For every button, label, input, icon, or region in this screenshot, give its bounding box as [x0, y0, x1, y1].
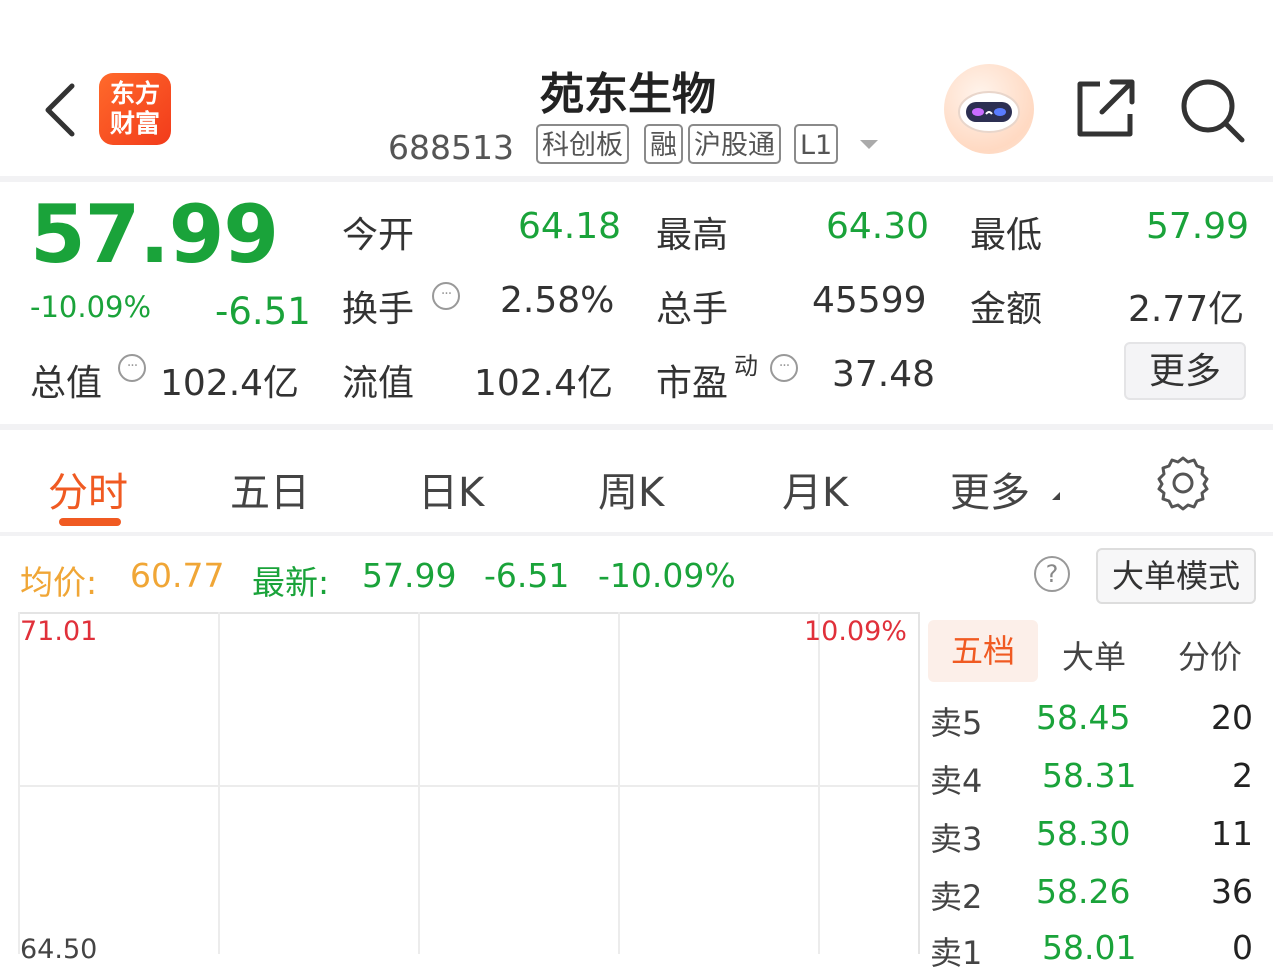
ask-4-price: 58.31	[1042, 756, 1137, 795]
logo-text-line1: 东方	[109, 79, 160, 108]
latest-price: 57.99	[362, 556, 457, 595]
tag-level1: L1	[794, 124, 839, 164]
tab-daily-k[interactable]: 日K	[418, 460, 484, 518]
volume-label: 总手	[656, 289, 729, 330]
volume-value: 45599	[812, 280, 927, 321]
ask-1-price: 58.01	[1042, 928, 1137, 967]
ask-1-label: 卖1	[930, 934, 983, 972]
amount-value: 2.77亿	[1128, 289, 1245, 330]
stock-name: 苑东生物	[540, 69, 716, 120]
ask-2-volume: 36	[1211, 872, 1253, 911]
turnover-value: 2.58%	[500, 280, 615, 321]
help-icon[interactable]: ?	[1034, 556, 1070, 592]
axis-max-price: 71.01	[20, 616, 98, 647]
latest-change-percent: -10.09%	[598, 556, 736, 595]
axis-max-percent: 10.09%	[804, 616, 907, 647]
ask-4-label: 卖4	[930, 762, 983, 800]
divider	[0, 532, 1273, 536]
pe-superscript: 动	[734, 352, 758, 380]
current-price: 57.99	[30, 188, 279, 281]
ask-1-volume: 0	[1232, 928, 1253, 967]
divider	[0, 176, 1273, 182]
info-icon[interactable]: ···	[432, 282, 460, 310]
ask-3-price: 58.30	[1036, 814, 1131, 853]
float-cap-value: 102.4亿	[474, 363, 614, 404]
avg-price-value: 60.77	[130, 556, 225, 595]
market-cap-value: 102.4亿	[160, 363, 300, 404]
float-cap-label: 流值	[342, 363, 415, 404]
tab-more[interactable]: 更多	[950, 460, 1030, 518]
search-icon[interactable]	[1178, 76, 1246, 144]
big-order-mode-button[interactable]: 大单模式	[1096, 548, 1256, 604]
axis-mid-price: 64.50	[20, 934, 98, 965]
ask-2-label: 卖2	[930, 878, 983, 916]
corner-caret-icon	[1052, 492, 1060, 500]
intraday-chart[interactable]	[18, 612, 920, 954]
open-value: 64.18	[518, 206, 622, 247]
tag-stock-connect: 沪股通	[688, 124, 781, 164]
market-cap-label: 总值	[30, 363, 103, 404]
chevron-down-icon[interactable]	[860, 140, 878, 149]
tag-star-market: 科创板	[536, 124, 629, 164]
ask-5-label: 卖5	[930, 704, 983, 742]
ask-3-label: 卖3	[930, 820, 983, 858]
assistant-robot-icon[interactable]	[944, 64, 1034, 154]
ask-4-volume: 2	[1232, 756, 1253, 795]
ask-5-volume: 20	[1211, 698, 1253, 737]
info-icon[interactable]: ···	[118, 354, 146, 382]
logo-text-line2: 财富	[109, 109, 160, 138]
orderbook-tab-price-distribution[interactable]: 分价	[1178, 632, 1242, 678]
pe-label: 市盈	[656, 363, 729, 404]
amount-label: 金额	[970, 289, 1043, 330]
app-logo: 东方 财富	[99, 73, 171, 145]
avg-price-label: 均价:	[20, 563, 98, 602]
latest-change: -6.51	[484, 556, 570, 595]
change-percent: -10.09%	[30, 290, 152, 324]
ask-3-volume: 11	[1211, 814, 1253, 853]
high-value: 64.30	[826, 206, 930, 247]
back-arrow-icon[interactable]	[38, 80, 82, 140]
tab-weekly-k[interactable]: 周K	[598, 460, 664, 518]
ask-5-price: 58.45	[1036, 698, 1131, 737]
low-value: 57.99	[1146, 206, 1250, 247]
gear-icon[interactable]	[1154, 454, 1212, 512]
tab-five-day[interactable]: 五日	[230, 460, 310, 518]
latest-label: 最新:	[252, 563, 330, 602]
change-amount: -6.51	[215, 290, 311, 333]
share-icon[interactable]	[1072, 76, 1138, 142]
tag-margin: 融	[644, 124, 683, 164]
low-label: 最低	[970, 215, 1043, 256]
tab-monthly-k[interactable]: 月K	[782, 460, 848, 518]
orderbook-tab-five-levels[interactable]: 五档	[928, 620, 1038, 682]
high-label: 最高	[656, 215, 729, 256]
info-icon[interactable]: ···	[770, 354, 798, 382]
more-quote-button[interactable]: 更多	[1124, 342, 1246, 400]
turnover-label: 换手	[342, 289, 415, 330]
open-label: 今开	[342, 215, 415, 256]
divider	[0, 424, 1273, 430]
tab-intraday[interactable]: 分时	[48, 460, 128, 518]
stock-code: 688513	[388, 128, 514, 167]
ask-2-price: 58.26	[1036, 872, 1131, 911]
orderbook-tab-big-orders[interactable]: 大单	[1062, 632, 1126, 678]
active-tab-indicator	[59, 518, 121, 526]
pe-value: 37.48	[832, 354, 936, 395]
